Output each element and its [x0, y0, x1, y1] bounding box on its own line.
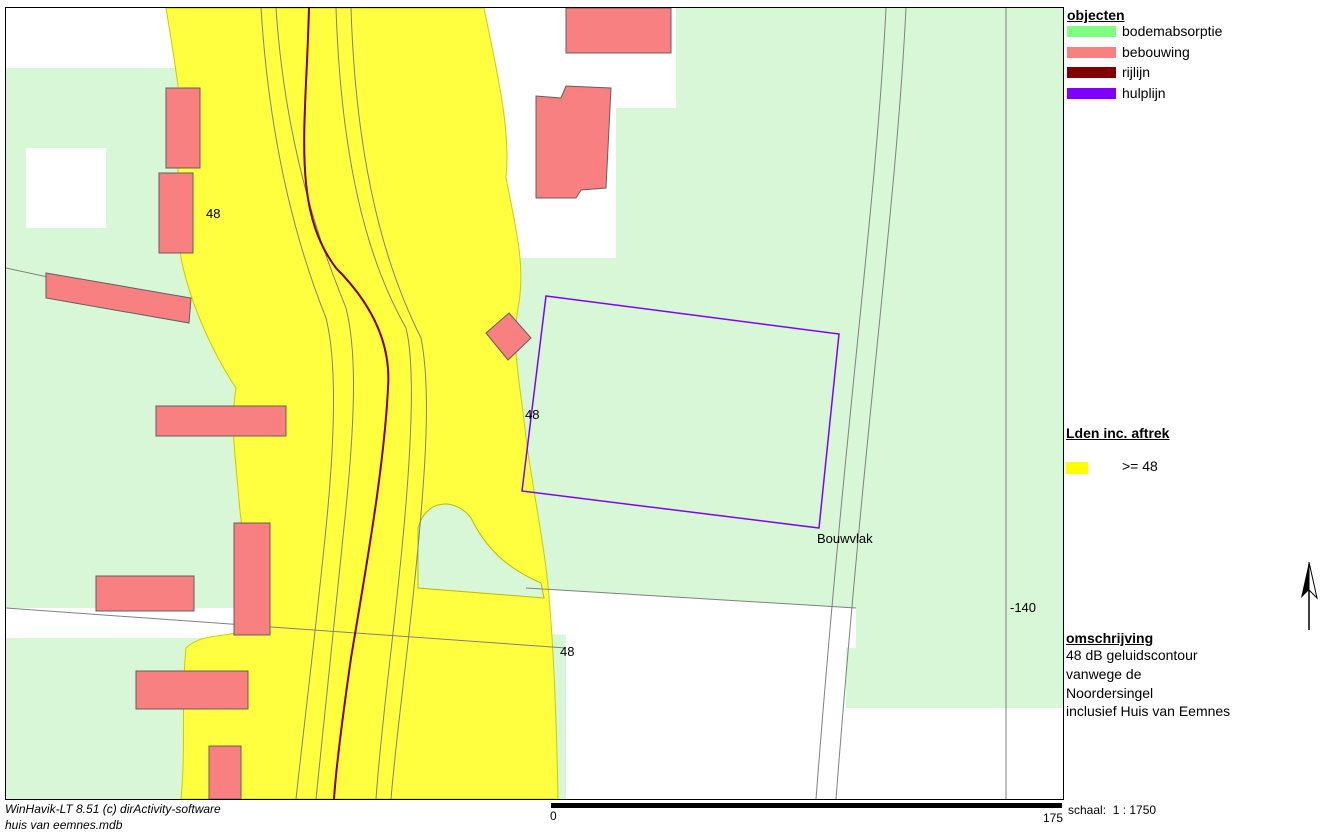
building-plot-label: Bouwvlak: [817, 531, 873, 546]
legend-lden-title: Lden inc. aftrek: [1066, 425, 1170, 441]
legend-label: bodemabsorptie: [1122, 23, 1223, 39]
scale-end-label: 175: [1043, 811, 1064, 825]
legend-label: >= 48: [1122, 458, 1158, 474]
contour-label-48: 48: [206, 206, 220, 221]
contour-label-48: 48: [560, 644, 574, 659]
database-name: huis van eemnes.mdb: [5, 818, 123, 832]
scale-text: schaal: 1 : 1750: [1068, 803, 1157, 817]
building: [233, 522, 271, 636]
paved-area: [6, 8, 176, 68]
building: [95, 575, 195, 612]
software-credit: WinHavik-LT 8.51 (c) dirActivity-softwar…: [5, 802, 221, 816]
building: [165, 87, 201, 169]
legend-label: hulplijn: [1122, 85, 1166, 101]
building: [135, 670, 249, 710]
north-arrow-icon: [1301, 561, 1318, 630]
legend-swatch: [1067, 26, 1116, 37]
building: [158, 172, 194, 254]
description-line: Noordersingel: [1066, 685, 1154, 701]
noise-contour-map: 48 48 48 Bouwvlak -140: [5, 7, 1064, 800]
paved-area: [846, 708, 1063, 799]
description-line: vanwege de: [1066, 666, 1142, 682]
legend-swatch: [1066, 462, 1088, 474]
scale-bar: [551, 803, 1062, 808]
description-line: inclusief Huis van Eemnes: [1066, 703, 1231, 719]
building: [208, 745, 242, 799]
building: [535, 85, 612, 199]
legend-swatch: [1067, 67, 1116, 78]
legend-label: bebouwing: [1122, 44, 1190, 60]
contour-label-48: 48: [525, 407, 539, 422]
elevation-label: -140: [1010, 600, 1036, 615]
description-line: 48 dB geluidscontour: [1066, 647, 1198, 663]
legend-swatch: [1067, 88, 1116, 99]
legend-objects-title: objecten: [1067, 7, 1125, 23]
scale-start-label: 0: [550, 809, 557, 823]
legend-label: rijlijn: [1122, 64, 1150, 80]
building: [565, 8, 672, 54]
description-title: omschrijving: [1066, 630, 1154, 646]
paved-area: [26, 148, 106, 228]
building: [155, 405, 287, 437]
legend-swatch: [1067, 47, 1116, 58]
paved-area: [566, 628, 846, 799]
